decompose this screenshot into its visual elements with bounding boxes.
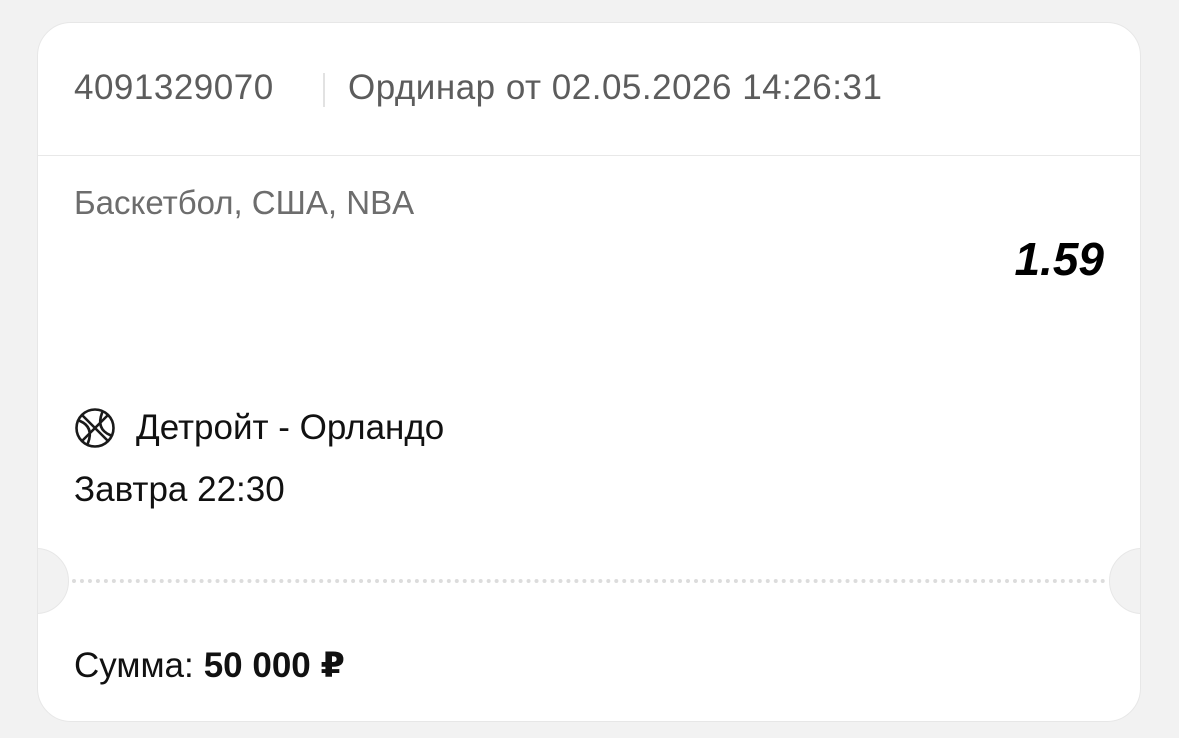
match-time: Завтра 22:30 xyxy=(74,470,285,509)
ticket-notch-right xyxy=(1109,548,1140,614)
sum-label: Сумма: xyxy=(74,646,194,685)
sum-row: Сумма: 50 000 ₽ xyxy=(74,645,345,687)
basketball-icon xyxy=(74,407,116,449)
perforation-divider xyxy=(72,579,1106,583)
bet-type-date: Ординар от 02.05.2026 14:26:31 xyxy=(348,68,883,107)
bet-ticket-card[interactable]: 4091329070 Ординар от 02.05.2026 14:26:3… xyxy=(37,22,1141,722)
bet-id: 4091329070 xyxy=(74,68,274,107)
sport-league-path: Баскетбол, США, NBA xyxy=(74,184,415,221)
bet-odds: 1.59 xyxy=(1014,233,1104,285)
ticket-header: 4091329070 Ординар от 02.05.2026 14:26:3… xyxy=(38,23,1140,156)
match-row[interactable]: Детройт - Орландо xyxy=(74,406,444,450)
match-name: Детройт - Орландо xyxy=(136,408,445,447)
sum-value: 50 000 ₽ xyxy=(203,646,345,685)
header-divider xyxy=(323,73,325,107)
ticket-notch-left xyxy=(38,548,69,614)
